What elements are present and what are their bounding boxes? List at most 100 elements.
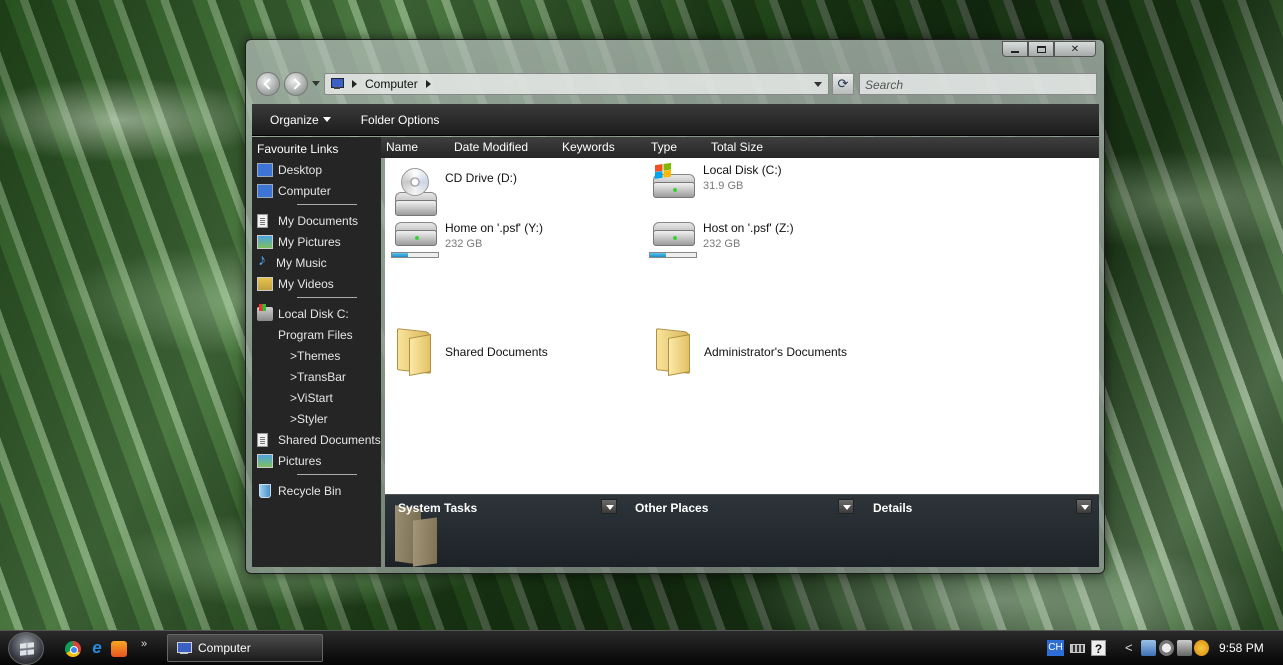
sidebar-item-styler[interactable]: >Styler <box>252 408 381 429</box>
minimize-button[interactable] <box>1002 41 1028 57</box>
sidebar-item-transbar[interactable]: >TransBar <box>252 366 381 387</box>
file-list: CD Drive (D:) Local Disk (C:) 31.9 GB Hom… <box>385 158 1099 494</box>
breadcrumb-arrow-icon[interactable] <box>352 80 357 88</box>
address-dropdown-icon[interactable] <box>814 82 822 87</box>
sidebar-item-my-videos[interactable]: My Videos <box>252 273 381 294</box>
chevron-down-icon[interactable] <box>601 499 617 514</box>
sidebar-item-my-pictures[interactable]: My Pictures <box>252 231 381 252</box>
close-icon: ✕ <box>1070 43 1080 55</box>
item-name: Home on '.psf' (Y:) <box>445 221 543 235</box>
item-cd-drive[interactable]: CD Drive (D:) <box>391 166 517 216</box>
item-name: Administrator's Documents <box>704 345 848 359</box>
taskbar-button-label: Computer <box>198 641 251 655</box>
maximize-button[interactable] <box>1028 41 1054 57</box>
quick-launch-more-button[interactable]: » <box>141 638 147 650</box>
chevron-down-icon[interactable] <box>838 499 854 514</box>
start-button[interactable] <box>8 632 44 665</box>
organize-button[interactable]: Organize <box>270 113 331 127</box>
divider <box>297 204 357 205</box>
clock[interactable]: 9:58 PM <box>1219 641 1264 655</box>
documents-icon <box>257 213 268 228</box>
column-headers: Name Date Modified Keywords Type Total S… <box>381 137 1099 158</box>
sidebar-item-pictures[interactable]: Pictures <box>252 450 381 471</box>
volume-icon[interactable] <box>1159 640 1174 656</box>
favourite-links-title: Favourite Links <box>257 142 339 156</box>
address-bar[interactable]: Computer <box>324 73 829 95</box>
sidebar-item-local-disk-c[interactable]: Local Disk C: <box>252 303 381 324</box>
network-icon[interactable] <box>1141 640 1156 656</box>
chevron-down-icon <box>322 117 331 122</box>
chrome-icon[interactable] <box>65 641 81 657</box>
column-header-total-size[interactable]: Total Size <box>706 137 796 158</box>
item-name: Host on '.psf' (Z:) <box>703 221 794 235</box>
pictures-icon <box>257 453 273 468</box>
item-home-y[interactable]: Home on '.psf' (Y:) 232 GB <box>391 216 543 264</box>
sidebar-item-label: Shared Documents <box>278 432 381 447</box>
refresh-button[interactable]: ⟳ <box>832 73 854 95</box>
folder-icon <box>393 505 439 567</box>
language-indicator[interactable]: CH <box>1047 640 1064 656</box>
search-input[interactable]: Search <box>859 73 1097 95</box>
sidebar-item-label: My Pictures <box>278 234 341 249</box>
sidebar-item-label: Recycle Bin <box>278 483 342 498</box>
breadcrumb-computer[interactable]: Computer <box>365 77 418 91</box>
column-header-date-modified[interactable]: Date Modified <box>449 137 557 158</box>
local-disk-icon <box>257 303 273 321</box>
app-icon[interactable] <box>111 641 127 657</box>
forward-button[interactable] <box>284 72 308 96</box>
safely-remove-icon[interactable] <box>1177 640 1192 656</box>
documents-icon <box>257 432 268 447</box>
recent-pages-dropdown-icon[interactable] <box>312 81 320 86</box>
sidebar-item-label: >TransBar <box>290 369 346 384</box>
back-button[interactable] <box>256 72 280 96</box>
usage-bar <box>649 252 697 258</box>
sidebar-item-label: Computer <box>278 183 331 198</box>
keyboard-icon[interactable] <box>1070 644 1085 653</box>
item-host-z[interactable]: Host on '.psf' (Z:) 232 GB <box>649 216 794 264</box>
sidebar-item-shared-documents[interactable]: Shared Documents <box>252 429 381 450</box>
folder-options-button[interactable]: Folder Options <box>361 113 440 127</box>
details-heading[interactable]: Details <box>873 501 912 515</box>
item-administrators-documents[interactable]: Administrator's Documents <box>650 326 848 376</box>
close-button[interactable]: ✕ <box>1054 41 1096 57</box>
column-header-name[interactable]: Name <box>381 137 449 158</box>
folder-icon <box>391 326 439 376</box>
sidebar-item-my-documents[interactable]: My Documents <box>252 210 381 231</box>
desktop-icon <box>257 162 273 177</box>
sidebar-item-themes[interactable]: >Themes <box>252 345 381 366</box>
show-hidden-icons-button[interactable]: < <box>1125 640 1140 656</box>
system-tasks-heading[interactable]: System Tasks <box>398 501 477 515</box>
sidebar-item-label: Desktop <box>278 162 323 177</box>
chevron-down-icon[interactable] <box>1076 499 1092 514</box>
column-header-type[interactable]: Type <box>646 137 706 158</box>
item-local-disk-c[interactable]: Local Disk (C:) 31.9 GB <box>649 158 782 206</box>
column-header-keywords[interactable]: Keywords <box>557 137 646 158</box>
sidebar-item-label: >Themes <box>290 348 341 363</box>
command-toolbar: Organize Folder Options <box>252 104 1099 136</box>
sidebar-item-label: Program Files <box>278 327 353 342</box>
sidebar-item-computer[interactable]: Computer <box>252 180 381 201</box>
breadcrumb-arrow-icon[interactable] <box>425 80 431 88</box>
taskbar-button-computer[interactable]: Computer <box>167 634 323 662</box>
usage-bar <box>391 252 439 258</box>
caption-buttons: ✕ <box>1002 41 1096 57</box>
item-shared-documents[interactable]: Shared Documents <box>391 326 548 376</box>
sidebar-item-vistart[interactable]: >ViStart <box>252 387 381 408</box>
sidebar-item-program-files[interactable]: Program Files <box>252 324 381 345</box>
minimize-icon <box>1011 50 1019 53</box>
sidebar-item-label: My Music <box>276 255 327 270</box>
help-icon[interactable]: ? <box>1091 640 1106 656</box>
network-drive-icon <box>649 216 697 264</box>
internet-explorer-icon[interactable]: e <box>89 639 105 657</box>
sidebar-item-my-music[interactable]: My Music <box>252 252 381 273</box>
sidebar-item-label: My Documents <box>278 213 359 228</box>
security-shield-icon[interactable] <box>1194 640 1209 656</box>
details-pane: System Tasks Other Places Details <box>385 494 1099 567</box>
other-places-heading[interactable]: Other Places <box>635 501 708 515</box>
usage-bar-fill <box>392 253 409 257</box>
refresh-icon: ⟳ <box>837 76 849 91</box>
divider <box>297 474 357 475</box>
sidebar-item-label: >ViStart <box>290 390 333 405</box>
sidebar-item-desktop[interactable]: Desktop <box>252 159 381 180</box>
sidebar-item-recycle-bin[interactable]: Recycle Bin <box>252 480 381 501</box>
